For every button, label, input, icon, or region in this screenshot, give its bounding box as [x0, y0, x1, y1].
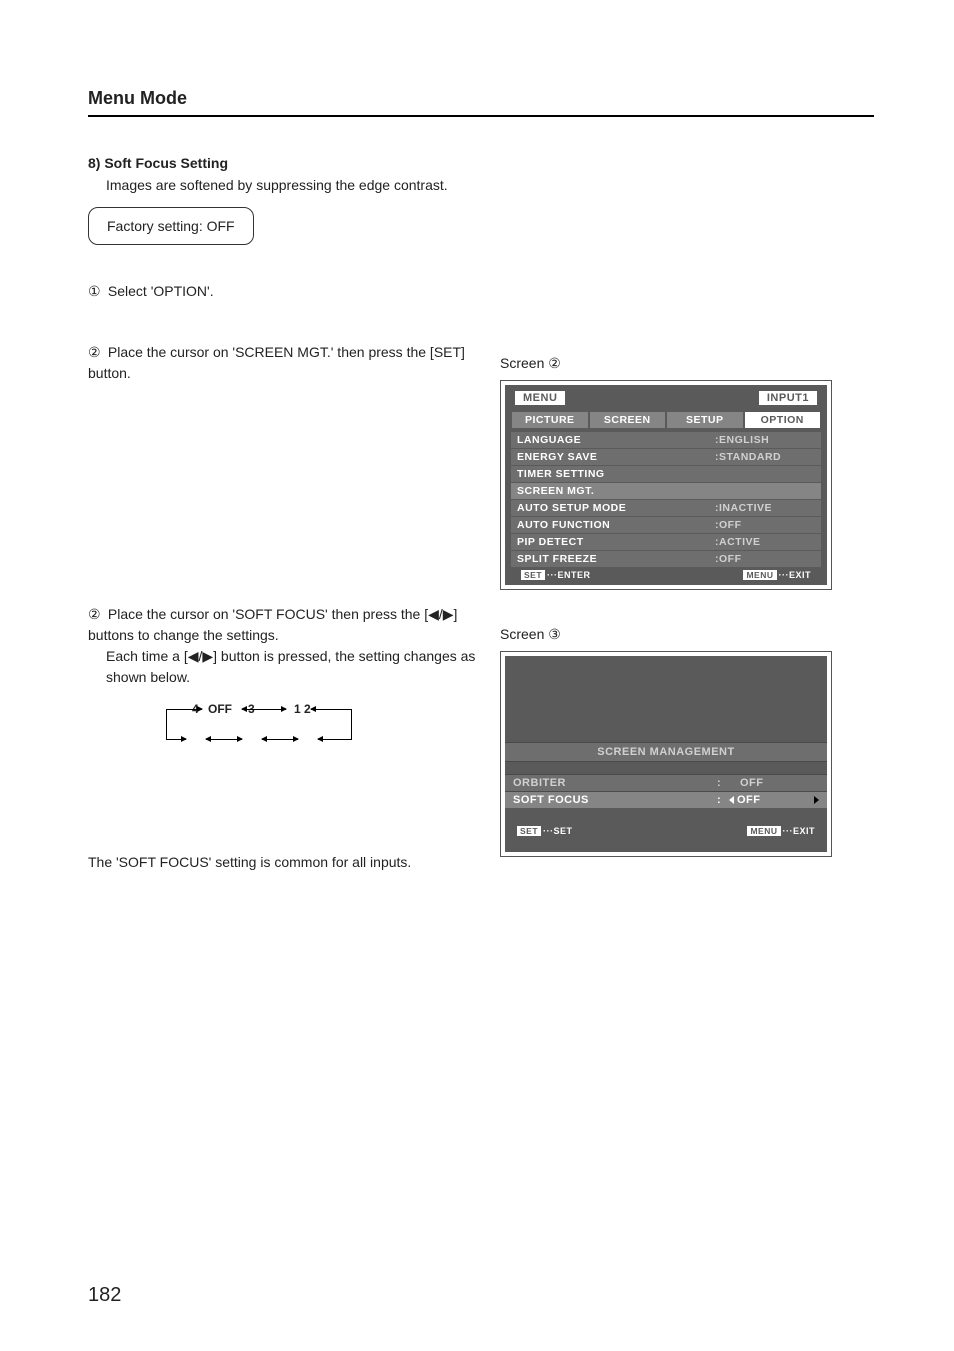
- common-note: The 'SOFT FOCUS' setting is common for a…: [88, 854, 476, 870]
- arrow-icon: [311, 709, 351, 710]
- arrow-icon: [206, 739, 222, 740]
- menu-row-timer-setting[interactable]: TIMER SETTING: [511, 465, 821, 482]
- cycle-node-off: OFF: [208, 702, 232, 716]
- step-1: ① Select 'OPTION'.: [88, 281, 476, 302]
- menu-list: LANGUAGE :ENGLISH ENERGY SAVE :STANDARD …: [511, 431, 821, 567]
- step-3-number: ②: [88, 604, 104, 625]
- arrow-icon: [166, 739, 186, 740]
- osd3-hint-bar: SET···SET MENU···EXIT: [505, 820, 827, 842]
- colon-icon: :: [717, 794, 729, 806]
- menu-row-screen-mgt[interactable]: SCREEN MGT.: [511, 482, 821, 499]
- menu-value: [715, 485, 815, 497]
- hint-set-set: SET···SET: [517, 826, 573, 836]
- menu-value: :ACTIVE: [715, 536, 815, 548]
- factory-setting-box: Factory setting: OFF: [88, 207, 254, 245]
- menu-value: [715, 468, 815, 480]
- menu-label: LANGUAGE: [517, 434, 715, 446]
- cycle-diagram: OFF 1 4 3 2: [136, 702, 366, 762]
- line-icon: [351, 709, 352, 740]
- line-icon: [166, 709, 167, 740]
- arrow-icon: [222, 739, 242, 740]
- menu-value: :STANDARD: [715, 451, 815, 463]
- hint-menu-exit: MENU···EXIT: [743, 570, 811, 580]
- input-badge: INPUT1: [759, 391, 817, 405]
- menu-badge: MENU: [515, 391, 565, 405]
- hint-menu-exit: MENU···EXIT: [747, 826, 815, 836]
- menu-row-auto-function[interactable]: AUTO FUNCTION :OFF: [511, 516, 821, 533]
- menu-row-split-freeze[interactable]: SPLIT FREEZE :OFF: [511, 550, 821, 567]
- osd3-value: OFF: [729, 777, 819, 789]
- colon-icon: :: [717, 777, 729, 789]
- osd3-row-soft-focus[interactable]: SOFT FOCUS : OFF: [505, 791, 827, 808]
- osd-screen-2: MENU INPUT1 PICTURE SCREEN SETUP OPTION …: [500, 380, 832, 590]
- description-text: Images are softened by suppressing the e…: [106, 177, 874, 193]
- arrow-icon: [262, 709, 286, 710]
- menu-value: :OFF: [715, 519, 815, 531]
- hint-set-enter: SET···ENTER: [521, 570, 591, 580]
- right-column: Screen ② MENU INPUT1 PICTURE SCREEN SETU…: [500, 281, 832, 870]
- screen-2-label: Screen ②: [500, 355, 832, 372]
- left-column: ① Select 'OPTION'. ② Place the cursor on…: [88, 281, 476, 870]
- arrow-icon: [278, 739, 298, 740]
- step-3-text-1: Place the cursor on 'SOFT FOCUS' then pr…: [88, 606, 457, 643]
- cycle-node-1: 1: [294, 702, 301, 716]
- menu-row-energy-save[interactable]: ENERGY SAVE :STANDARD: [511, 448, 821, 465]
- osd-hint-bar: SET···ENTER MENU···EXIT: [511, 567, 821, 581]
- osd3-value: OFF: [729, 794, 819, 806]
- arrow-icon: [242, 709, 262, 710]
- left-arrow-icon[interactable]: [729, 796, 734, 804]
- osd3-title: SCREEN MANAGEMENT: [505, 742, 827, 762]
- page-number: 182: [88, 1284, 121, 1307]
- step-2: ② Place the cursor on 'SCREEN MGT.' then…: [88, 342, 476, 384]
- menu-row-auto-setup-mode[interactable]: AUTO SETUP MODE :INACTIVE: [511, 499, 821, 516]
- menu-label: AUTO SETUP MODE: [517, 502, 715, 514]
- step-1-number: ①: [88, 281, 104, 302]
- step-1-text: Select 'OPTION'.: [108, 283, 214, 299]
- right-arrow-icon[interactable]: [814, 796, 819, 804]
- menu-value: :OFF: [715, 553, 815, 565]
- step-3: ② Place the cursor on 'SOFT FOCUS' then …: [88, 604, 476, 688]
- step-2-text: Place the cursor on 'SCREEN MGT.' then p…: [88, 344, 465, 381]
- sub-heading: 8) Soft Focus Setting: [88, 155, 874, 171]
- menu-label: AUTO FUNCTION: [517, 519, 715, 531]
- menu-label: SCREEN MGT.: [517, 485, 715, 497]
- arrow-icon: [166, 709, 202, 710]
- tab-picture[interactable]: PICTURE: [511, 411, 589, 429]
- tab-bar: PICTURE SCREEN SETUP OPTION: [511, 411, 821, 429]
- osd3-label: SOFT FOCUS: [513, 794, 717, 806]
- tab-screen[interactable]: SCREEN: [589, 411, 667, 429]
- tab-option[interactable]: OPTION: [744, 411, 822, 429]
- osd3-row-orbiter[interactable]: ORBITER : OFF: [505, 774, 827, 791]
- menu-label: SPLIT FREEZE: [517, 553, 715, 565]
- menu-label: PIP DETECT: [517, 536, 715, 548]
- tab-setup[interactable]: SETUP: [666, 411, 744, 429]
- screen-3-label: Screen ③: [500, 626, 832, 643]
- menu-row-pip-detect[interactable]: PIP DETECT :ACTIVE: [511, 533, 821, 550]
- arrow-icon: [262, 739, 278, 740]
- step-3-text-2: Each time a [◀/▶] button is pressed, the…: [106, 646, 476, 688]
- osd-screen-3: SCREEN MANAGEMENT ORBITER : OFF SOFT FOC…: [500, 651, 832, 857]
- arrow-icon: [318, 739, 351, 740]
- menu-label: TIMER SETTING: [517, 468, 715, 480]
- menu-label: ENERGY SAVE: [517, 451, 715, 463]
- menu-value: :ENGLISH: [715, 434, 815, 446]
- menu-row-language[interactable]: LANGUAGE :ENGLISH: [511, 431, 821, 448]
- osd3-label: ORBITER: [513, 777, 717, 789]
- step-2-number: ②: [88, 342, 104, 363]
- menu-value: :INACTIVE: [715, 502, 815, 514]
- section-title: Menu Mode: [88, 88, 874, 117]
